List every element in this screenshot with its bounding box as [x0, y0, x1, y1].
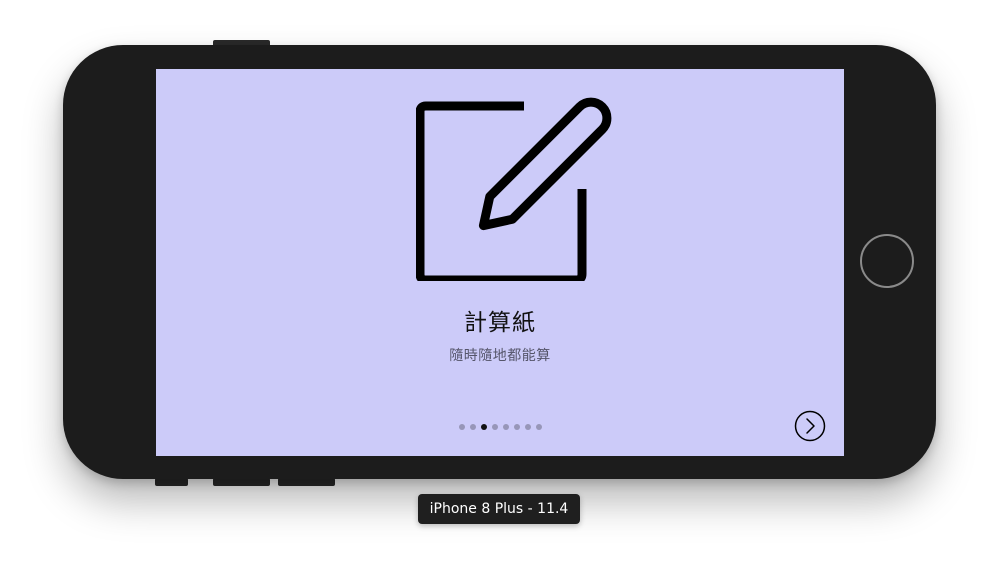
volume-down-button: [278, 478, 335, 486]
compose-pencil-icon: [416, 97, 612, 281]
page-dot[interactable]: [513, 424, 520, 430]
simulator-stage: 計算紙 隨時隨地都能算 iPhone 8 Plus - 11.4: [0, 0, 1000, 579]
simulator-device-label: iPhone 8 Plus - 11.4: [418, 494, 580, 524]
next-page-button[interactable]: [794, 410, 826, 442]
page-dot[interactable]: [502, 424, 509, 430]
page-dot[interactable]: [535, 424, 542, 430]
page-dot[interactable]: [469, 424, 476, 430]
home-button[interactable]: [860, 234, 914, 288]
mute-switch: [155, 478, 188, 486]
onboarding-subtitle: 隨時隨地都能算: [449, 348, 551, 364]
page-indicator[interactable]: [156, 424, 844, 430]
page-dot[interactable]: [480, 424, 487, 430]
chevron-right-circle-icon: [794, 410, 826, 442]
onboarding-title: 計算紙: [464, 310, 536, 336]
page-dot[interactable]: [458, 424, 465, 430]
app-screen: 計算紙 隨時隨地都能算: [156, 69, 844, 456]
volume-up-button: [213, 478, 270, 486]
page-dot[interactable]: [524, 424, 531, 430]
page-dot[interactable]: [491, 424, 498, 430]
